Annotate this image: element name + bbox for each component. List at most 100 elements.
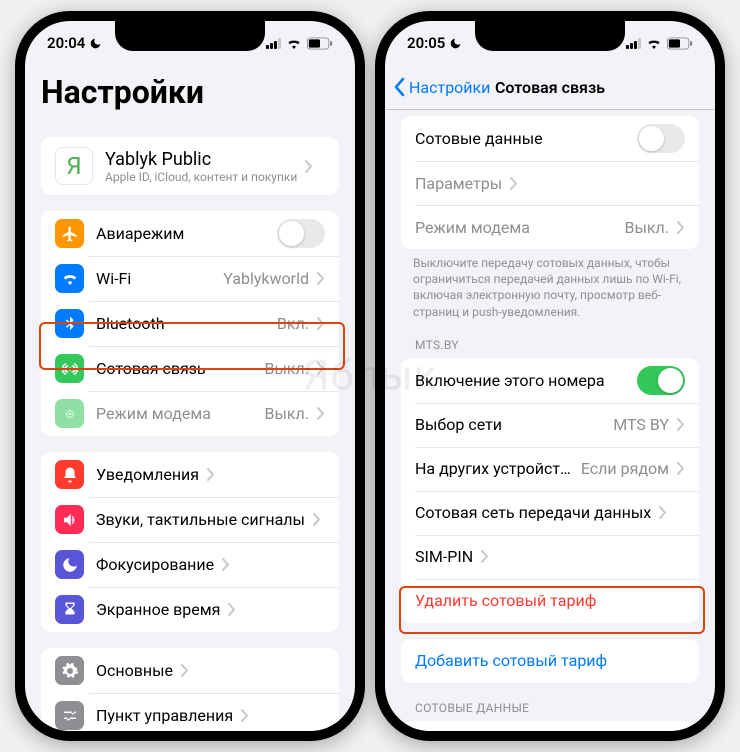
sounds-label: Звуки, тактильные сигналы (96, 510, 305, 529)
focus-label: Фокусирование (96, 555, 214, 574)
hotspot-row[interactable]: Режим модема Выкл. (41, 391, 339, 436)
focus-row[interactable]: Фокусирование (41, 542, 339, 587)
profile-name: Yablyk Public (105, 149, 297, 170)
other-devices-row[interactable]: На других устройствах Если рядом (401, 447, 699, 491)
profile-sub: Apple ID, iCloud, контент и покупки (105, 170, 297, 184)
bluetooth-row[interactable]: Bluetooth Вкл. (41, 301, 339, 346)
chevron-right-icon (481, 550, 489, 563)
sim-pin-row[interactable]: SIM-PIN (401, 535, 699, 579)
chevron-left-icon (393, 77, 405, 97)
phone-right: 20:05 Настройки Сотовая связь (375, 11, 725, 741)
hotspot-detail: Выкл. (258, 404, 309, 423)
wifi-label: Wi-Fi (96, 269, 131, 288)
do-not-disturb-icon (449, 37, 462, 50)
chevron-right-icon (317, 362, 325, 375)
airplane-mode-row[interactable]: Авиарежим (41, 211, 339, 256)
general-label: Основные (96, 661, 173, 680)
hotspot-label-r: Режим модема (415, 218, 530, 237)
enable-label: Включение этого номера (415, 371, 605, 390)
chevron-right-icon (313, 513, 321, 526)
cellular-row[interactable]: Сотовая связь Выкл. (41, 346, 339, 391)
battery-icon (667, 37, 693, 50)
speaker-icon (55, 505, 84, 534)
chevron-right-icon (317, 317, 325, 330)
wifi-icon (646, 37, 662, 49)
back-button[interactable]: Настройки (393, 77, 490, 97)
airplane-icon (55, 219, 84, 248)
notifications-row[interactable]: Уведомления (41, 452, 339, 497)
notifications-label: Уведомления (96, 465, 199, 484)
datanet-label: Сотовая сеть передачи данных (415, 503, 651, 522)
chevron-right-icon (677, 418, 685, 431)
antenna-icon (55, 354, 84, 383)
chevron-right-icon (207, 468, 215, 481)
chevron-right-icon (677, 221, 685, 234)
airplane-switch[interactable] (277, 219, 325, 248)
wifi-row-icon (55, 264, 84, 293)
chevron-right-icon (317, 272, 325, 285)
options-row[interactable]: Параметры (401, 161, 699, 205)
chevron-right-icon (317, 407, 325, 420)
hotspot-detail-r: Выкл. (618, 218, 669, 237)
nav-bar: Настройки Сотовая связь (385, 65, 715, 110)
chevron-right-icon (222, 558, 230, 571)
hotspot-label: Режим модема (96, 404, 211, 423)
chevron-right-icon (305, 160, 313, 173)
battery-icon (307, 37, 333, 50)
data-network-row[interactable]: Сотовая сеть передачи данных (401, 491, 699, 535)
moon-icon (55, 550, 84, 579)
apple-id-row[interactable]: Я Yablyk Public Apple ID, iCloud, контен… (41, 137, 339, 195)
chevron-right-icon (510, 177, 518, 190)
bell-icon (55, 460, 84, 489)
airplane-label: Авиарежим (96, 224, 184, 243)
section-mts: MTS.BY (385, 320, 715, 358)
general-row[interactable]: Основные (41, 648, 339, 693)
sliders-icon (55, 701, 84, 730)
control-center-row[interactable]: Пункт управления (41, 693, 339, 731)
section-data: СОТОВЫЕ ДАННЫЕ (385, 683, 715, 721)
hourglass-icon (55, 595, 84, 624)
chevron-right-icon (241, 709, 249, 722)
control-label: Пункт управления (96, 706, 233, 725)
cellular-data-switch[interactable] (637, 124, 685, 153)
cellular-data-label: Сотовые данные (415, 129, 543, 148)
screentime-row[interactable]: Экранное время (41, 587, 339, 632)
hotspot-row-r[interactable]: Режим модема Выкл. (401, 205, 699, 249)
other-label: На других устройствах (415, 459, 575, 478)
wifi-detail: Yablykworld (217, 269, 309, 288)
notch (475, 21, 625, 51)
screentime-label: Экранное время (96, 600, 220, 619)
hotspot-icon (55, 399, 84, 428)
remove-label: Удалить сотовый тариф (415, 591, 596, 610)
cellular-footer: Выключите передачу сотовых данных, чтобы… (385, 249, 715, 320)
enable-number-row[interactable]: Включение этого номера (401, 358, 699, 403)
chevron-right-icon (659, 506, 667, 519)
enable-switch[interactable] (637, 366, 685, 395)
options-label: Параметры (415, 174, 502, 193)
cellular-label: Сотовая связь (96, 359, 206, 378)
wifi-row[interactable]: Wi-Fi Yablykworld (41, 256, 339, 301)
remove-plan-row[interactable]: Удалить сотовый тариф (401, 579, 699, 623)
page-title: Настройки (25, 65, 355, 121)
phone-left: 20:04 Настройки Я Yablyk Public A (15, 11, 365, 741)
bluetooth-icon (55, 309, 84, 338)
bluetooth-label: Bluetooth (96, 314, 165, 333)
network-select-row[interactable]: Выбор сети MTS BY (401, 403, 699, 447)
chevron-right-icon (228, 603, 236, 616)
cellular-data-row[interactable]: Сотовые данные (401, 116, 699, 161)
profile-icon: Я (55, 147, 93, 185)
other-detail: Если рядом (575, 459, 669, 478)
do-not-disturb-icon (89, 37, 102, 50)
simpin-label: SIM-PIN (415, 547, 473, 566)
cellular-signal-icon (266, 38, 281, 49)
network-label: Выбор сети (415, 415, 502, 434)
notch (115, 21, 265, 51)
sounds-row[interactable]: Звуки, тактильные сигналы (41, 497, 339, 542)
nav-title: Сотовая связь (495, 78, 605, 97)
bluetooth-detail: Вкл. (271, 314, 309, 333)
status-time: 20:05 (407, 34, 445, 52)
cellular-detail: Выкл. (258, 359, 309, 378)
network-detail: MTS BY (607, 415, 669, 434)
add-plan-row[interactable]: Добавить сотовый тариф (401, 639, 699, 683)
chevron-right-icon (181, 664, 189, 677)
